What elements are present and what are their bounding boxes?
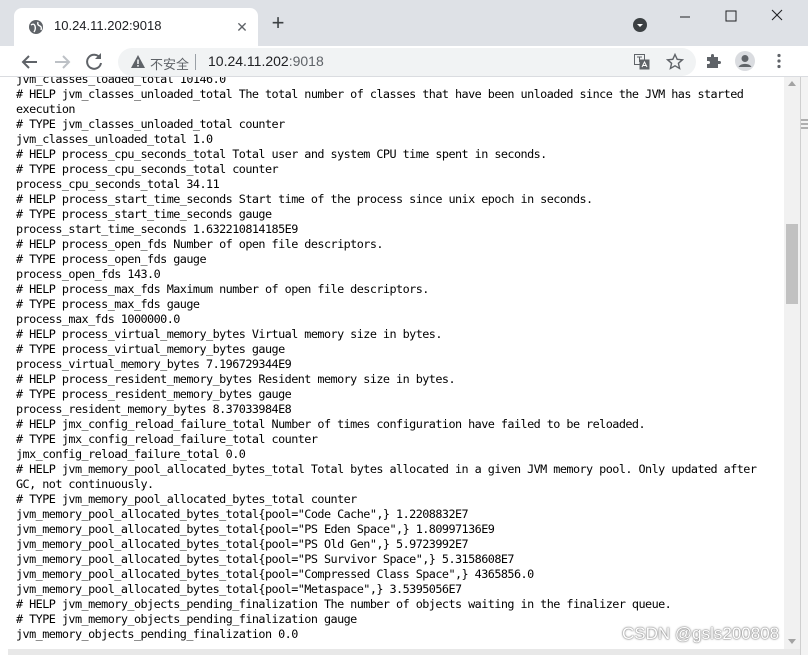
background-window-icon — [801, 119, 808, 129]
tab-active[interactable]: 10.24.11.202:9018 ✕ — [14, 8, 258, 46]
address-bar[interactable]: 不安全 10.24.11.202:9018 — [118, 48, 696, 76]
watermark: CSDN @gsls200808 — [622, 624, 780, 643]
new-tab-button[interactable]: + — [266, 12, 290, 36]
maximize-icon[interactable] — [708, 4, 754, 30]
scroll-up-arrow-icon[interactable] — [788, 81, 796, 86]
metric-line: jvm_memory_pool_allocated_bytes_total{po… — [16, 522, 495, 536]
metric-line: # HELP process_cpu_seconds_total Total u… — [16, 147, 547, 161]
puzzle-icon[interactable] — [704, 52, 722, 70]
vertical-scrollbar[interactable] — [784, 77, 800, 649]
globe-icon — [29, 20, 43, 34]
tab-strip: 10.24.11.202:9018 ✕ + — [0, 0, 808, 46]
scroll-thumb[interactable] — [786, 224, 798, 304]
translate-icon[interactable] — [634, 54, 650, 70]
omnibox-divider — [195, 54, 196, 70]
metric-line: jvm_memory_pool_allocated_bytes_total{po… — [16, 567, 534, 581]
metrics-text: jvm_classes_loaded_total 10146.0 # HELP j… — [16, 77, 776, 642]
tab-search-icon[interactable] — [632, 17, 648, 33]
metric-line: # TYPE process_resident_memory_bytes gau… — [16, 387, 292, 401]
metric-line: process_resident_memory_bytes 8.37033984… — [16, 402, 292, 416]
metric-line: # HELP process_virtual_memory_bytes Virt… — [16, 327, 442, 341]
metric-line: # HELP process_resident_memory_bytes Res… — [16, 372, 456, 386]
metric-line: # HELP process_start_time_seconds Start … — [16, 192, 593, 206]
metric-line: process_virtual_memory_bytes 7.196729344… — [16, 357, 292, 371]
metric-line: jvm_memory_pool_allocated_bytes_total{po… — [16, 582, 462, 596]
metric-line: jvm_memory_pool_allocated_bytes_total{po… — [16, 507, 469, 521]
url-text[interactable]: 10.24.11.202:9018 — [208, 53, 324, 69]
metric-line: # HELP jvm_memory_objects_pending_finali… — [16, 597, 672, 611]
metric-line: # TYPE process_start_time_seconds gauge — [16, 207, 272, 221]
toolbar: 不安全 10.24.11.202:9018 — [0, 46, 808, 77]
metric-line: # TYPE process_max_fds gauge — [16, 297, 200, 311]
metric-line: process_cpu_seconds_total 34.11 — [16, 177, 220, 191]
metric-line: # TYPE jmx_config_reload_failure_total c… — [16, 432, 318, 446]
url-host: 10.24.11.202 — [208, 53, 289, 69]
url-port: :9018 — [288, 53, 324, 69]
info-icon[interactable] — [130, 54, 146, 70]
metric-line: # HELP jmx_config_reload_failure_total N… — [16, 417, 646, 431]
minimize-icon[interactable] — [662, 4, 708, 30]
window-bottom-edge — [8, 649, 800, 655]
metric-line: jmx_config_reload_failure_total 0.0 — [16, 447, 246, 461]
metric-line: process_start_time_seconds 1.63221081418… — [16, 222, 298, 236]
browser-window: 10.24.11.202:9018 ✕ + 不安全 10.24.11.202:9… — [0, 0, 808, 655]
metric-line: # TYPE process_cpu_seconds_total counter — [16, 162, 279, 176]
metric-line: process_max_fds 1000000.0 — [16, 312, 180, 326]
security-label: 不安全 — [150, 57, 190, 72]
back-arrow-icon[interactable] — [18, 50, 42, 74]
reload-icon[interactable] — [82, 50, 106, 74]
kebab-menu-icon[interactable] — [770, 52, 788, 70]
metric-line: # HELP jvm_memory_pool_allocated_bytes_t… — [16, 462, 763, 491]
metric-line: # HELP process_open_fds Number of open f… — [16, 237, 383, 251]
metric-line: jvm_memory_pool_allocated_bytes_total{po… — [16, 552, 515, 566]
window-close-icon[interactable] — [754, 4, 800, 30]
metric-line: # TYPE process_open_fds gauge — [16, 252, 207, 266]
tab-close-icon[interactable]: ✕ — [232, 17, 252, 37]
forward-arrow-icon[interactable] — [50, 50, 74, 74]
scroll-down-arrow-icon[interactable] — [788, 639, 796, 644]
metric-line: # TYPE process_virtual_memory_bytes gaug… — [16, 342, 285, 356]
metric-line: # HELP process_max_fds Maximum number of… — [16, 282, 429, 296]
star-icon[interactable] — [666, 53, 684, 71]
metric-line: process_open_fds 143.0 — [16, 267, 161, 281]
background-window-edge — [800, 77, 808, 655]
metric-line: jvm_classes_loaded_total 10146.0 — [16, 77, 226, 86]
metric-line: # TYPE jvm_memory_pool_allocated_bytes_t… — [16, 492, 357, 506]
metric-line: jvm_memory_pool_allocated_bytes_total{po… — [16, 537, 469, 551]
metric-line: # TYPE jvm_classes_unloaded_total counte… — [16, 117, 285, 131]
tab-title: 10.24.11.202:9018 — [54, 18, 162, 33]
page-content: jvm_classes_loaded_total 10146.0 # HELP j… — [8, 77, 784, 649]
metric-line: # HELP jvm_classes_unloaded_total The to… — [16, 87, 750, 116]
metric-line: jvm_classes_unloaded_total 1.0 — [16, 132, 213, 146]
profile-icon[interactable] — [735, 51, 755, 71]
